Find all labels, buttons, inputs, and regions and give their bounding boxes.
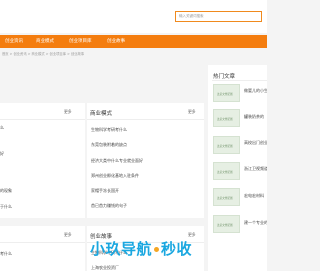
divider bbox=[0, 242, 85, 243]
watermark-logo: 小玖导航 秒收 bbox=[90, 238, 192, 259]
thumbnail-caption: 这是文章配图 bbox=[217, 145, 233, 148]
list-item[interactable]: 于什么 bbox=[0, 204, 12, 210]
watermark-text: 小玖导航 bbox=[90, 240, 153, 258]
divider bbox=[87, 119, 204, 120]
list-item[interactable]: 经济大类中什么专业就业面好 bbox=[91, 158, 143, 164]
article-thumbnail[interactable]: 这是文章配图 bbox=[213, 84, 240, 102]
nav-item-news[interactable]: 创业资讯 bbox=[5, 35, 23, 48]
list-item[interactable]: 好 bbox=[0, 151, 4, 157]
watermark-text: 秒收 bbox=[161, 240, 193, 258]
more-link[interactable]: 更多 bbox=[188, 109, 196, 115]
thumbnail-caption: 这是文章配图 bbox=[217, 171, 233, 174]
sidebar-article-link[interactable]: 高校出门创业 bbox=[244, 140, 267, 146]
thumbnail-caption: 这是文章配图 bbox=[217, 197, 233, 200]
sidebar-article-link[interactable]: 做婴儿的小生 bbox=[244, 88, 267, 94]
list-item[interactable]: 郑州创业孵化基地入驻条件 bbox=[91, 173, 139, 179]
main-nav: 创业资讯 商业模式 创业项目库 创业故事 bbox=[0, 35, 267, 48]
panel-title: 商业模式 bbox=[90, 111, 113, 117]
sidebar-title: 热门文章 bbox=[213, 74, 236, 80]
more-link[interactable]: 更多 bbox=[64, 232, 72, 238]
thumbnail-caption: 这是文章配图 bbox=[217, 224, 233, 227]
list-item[interactable]: 东莞包装附着的缺点 bbox=[91, 142, 127, 148]
article-thumbnail[interactable]: 这是文章配图 bbox=[213, 188, 240, 206]
nav-item-project-library[interactable]: 创业项目库 bbox=[69, 35, 92, 48]
left-top-panel: 更多 么 好 的现象 于什么 bbox=[0, 103, 85, 218]
thumbnail-caption: 这是文章配图 bbox=[217, 93, 233, 96]
list-item[interactable]: 家帽手冻长国开 bbox=[91, 188, 119, 194]
nav-item-business-model[interactable]: 商业模式 bbox=[36, 35, 54, 48]
article-thumbnail[interactable]: 这是文章配图 bbox=[213, 162, 240, 180]
dash-icon bbox=[154, 247, 160, 252]
thumbnail-caption: 这是文章配图 bbox=[217, 118, 233, 121]
article-thumbnail[interactable]: 这是文章配图 bbox=[213, 136, 240, 154]
search-input[interactable]: 输入关键词搜索 bbox=[175, 11, 262, 22]
sidebar-article-link[interactable]: 宏电宏材料 bbox=[244, 193, 267, 199]
business-model-panel: 商业模式 更多 生物科学考研考什么 东莞包装附着的缺点 经济大类中什么专业就业面… bbox=[87, 103, 204, 218]
divider bbox=[0, 119, 85, 120]
list-item[interactable]: 生物科学考研考什么 bbox=[91, 127, 127, 133]
left-bottom-panel: 更多 考什么 bbox=[0, 226, 85, 271]
sidebar-article-link[interactable]: 建一个专业的 bbox=[244, 220, 267, 226]
nav-item-stories[interactable]: 创业故事 bbox=[107, 35, 125, 48]
sidebar-article-link[interactable]: 浙江卫视频道 bbox=[244, 166, 267, 172]
list-item[interactable]: 的现象 bbox=[0, 188, 12, 194]
list-item[interactable]: 上海农业投资厂 bbox=[91, 265, 119, 271]
article-thumbnail[interactable]: 这是文章配图 bbox=[213, 109, 240, 127]
sidebar-article-link[interactable]: 罐装奶茶的 bbox=[244, 114, 267, 120]
list-item[interactable]: 么 bbox=[0, 125, 4, 131]
breadcrumb: 首页 > 创业资讯 > 商业模式 > 创业项目库 > 创业故事 bbox=[2, 52, 85, 56]
article-thumbnail[interactable]: 这是文章配图 bbox=[213, 215, 240, 233]
more-link[interactable]: 更多 bbox=[64, 109, 72, 115]
list-item[interactable]: 考什么 bbox=[0, 251, 12, 257]
list-item[interactable]: 首已首力赚钱的句子 bbox=[91, 203, 127, 209]
divider bbox=[212, 80, 267, 81]
